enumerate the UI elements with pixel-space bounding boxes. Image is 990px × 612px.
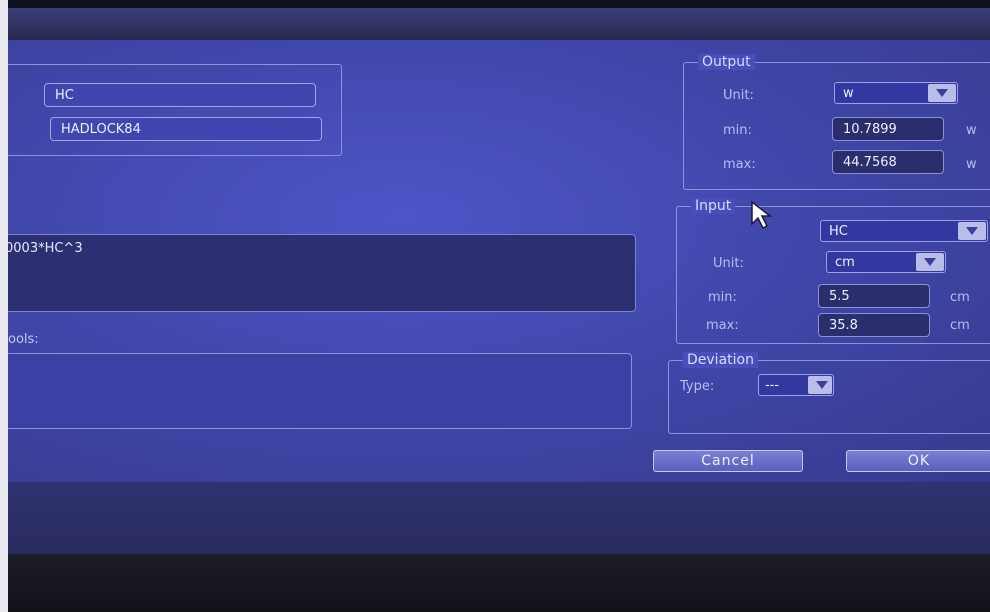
monitor-bottom-frame [8, 554, 990, 612]
title-bar [8, 8, 990, 40]
input-min-unit: cm [950, 290, 970, 305]
tools-label: ools: [8, 332, 39, 347]
dialog-shadow-area [8, 482, 990, 554]
input-parameter-select[interactable]: HC [820, 220, 988, 242]
author-field[interactable]: HADLOCK84 [50, 117, 322, 141]
cancel-button[interactable]: Cancel [653, 450, 803, 472]
output-legend: Output [698, 54, 755, 70]
deviation-type-label: Type: [680, 379, 715, 394]
chevron-down-icon[interactable] [928, 84, 956, 102]
input-parameter-value: HC [829, 224, 848, 239]
output-min-unit: w [966, 123, 977, 138]
formula-editor-dialog: HC HADLOCK84 0003*HC^3 ools: Output Unit… [8, 40, 990, 482]
tools-textarea[interactable] [8, 353, 632, 429]
chevron-down-icon[interactable] [916, 253, 944, 271]
output-unit-select[interactable]: w [834, 82, 958, 104]
chevron-down-icon[interactable] [958, 222, 986, 240]
input-unit-value: cm [835, 255, 855, 270]
mouse-cursor-icon [751, 200, 773, 230]
input-max-unit: cm [950, 318, 970, 333]
input-unit-label: Unit: [713, 256, 744, 271]
output-unit-label: Unit: [723, 88, 754, 103]
input-max-label: max: [706, 318, 739, 333]
output-max-label: max: [723, 157, 756, 172]
name-field[interactable]: HC [44, 83, 316, 107]
output-max-unit: w [966, 157, 977, 172]
deviation-type-value: --- [765, 378, 780, 393]
input-legend: Input [691, 198, 736, 214]
output-min-label: min: [723, 123, 752, 138]
output-unit-value: w [843, 86, 854, 101]
output-min-field[interactable]: 10.7899 [832, 117, 944, 141]
input-min-field[interactable]: 5.5 [818, 284, 930, 308]
chevron-down-icon[interactable] [808, 376, 832, 394]
deviation-group: Deviation [668, 352, 990, 434]
input-max-field[interactable]: 35.8 [818, 313, 930, 337]
output-max-field[interactable]: 44.7568 [832, 150, 944, 174]
deviation-type-select[interactable]: --- [758, 374, 834, 396]
deviation-legend: Deviation [683, 352, 758, 368]
input-unit-select[interactable]: cm [826, 251, 946, 273]
ok-button[interactable]: OK [846, 450, 990, 472]
monitor-bezel [0, 0, 8, 612]
formula-textarea[interactable]: 0003*HC^3 [8, 234, 636, 312]
identity-group [8, 64, 342, 156]
formula-text: 0003*HC^3 [8, 241, 83, 256]
input-min-label: min: [708, 290, 737, 305]
